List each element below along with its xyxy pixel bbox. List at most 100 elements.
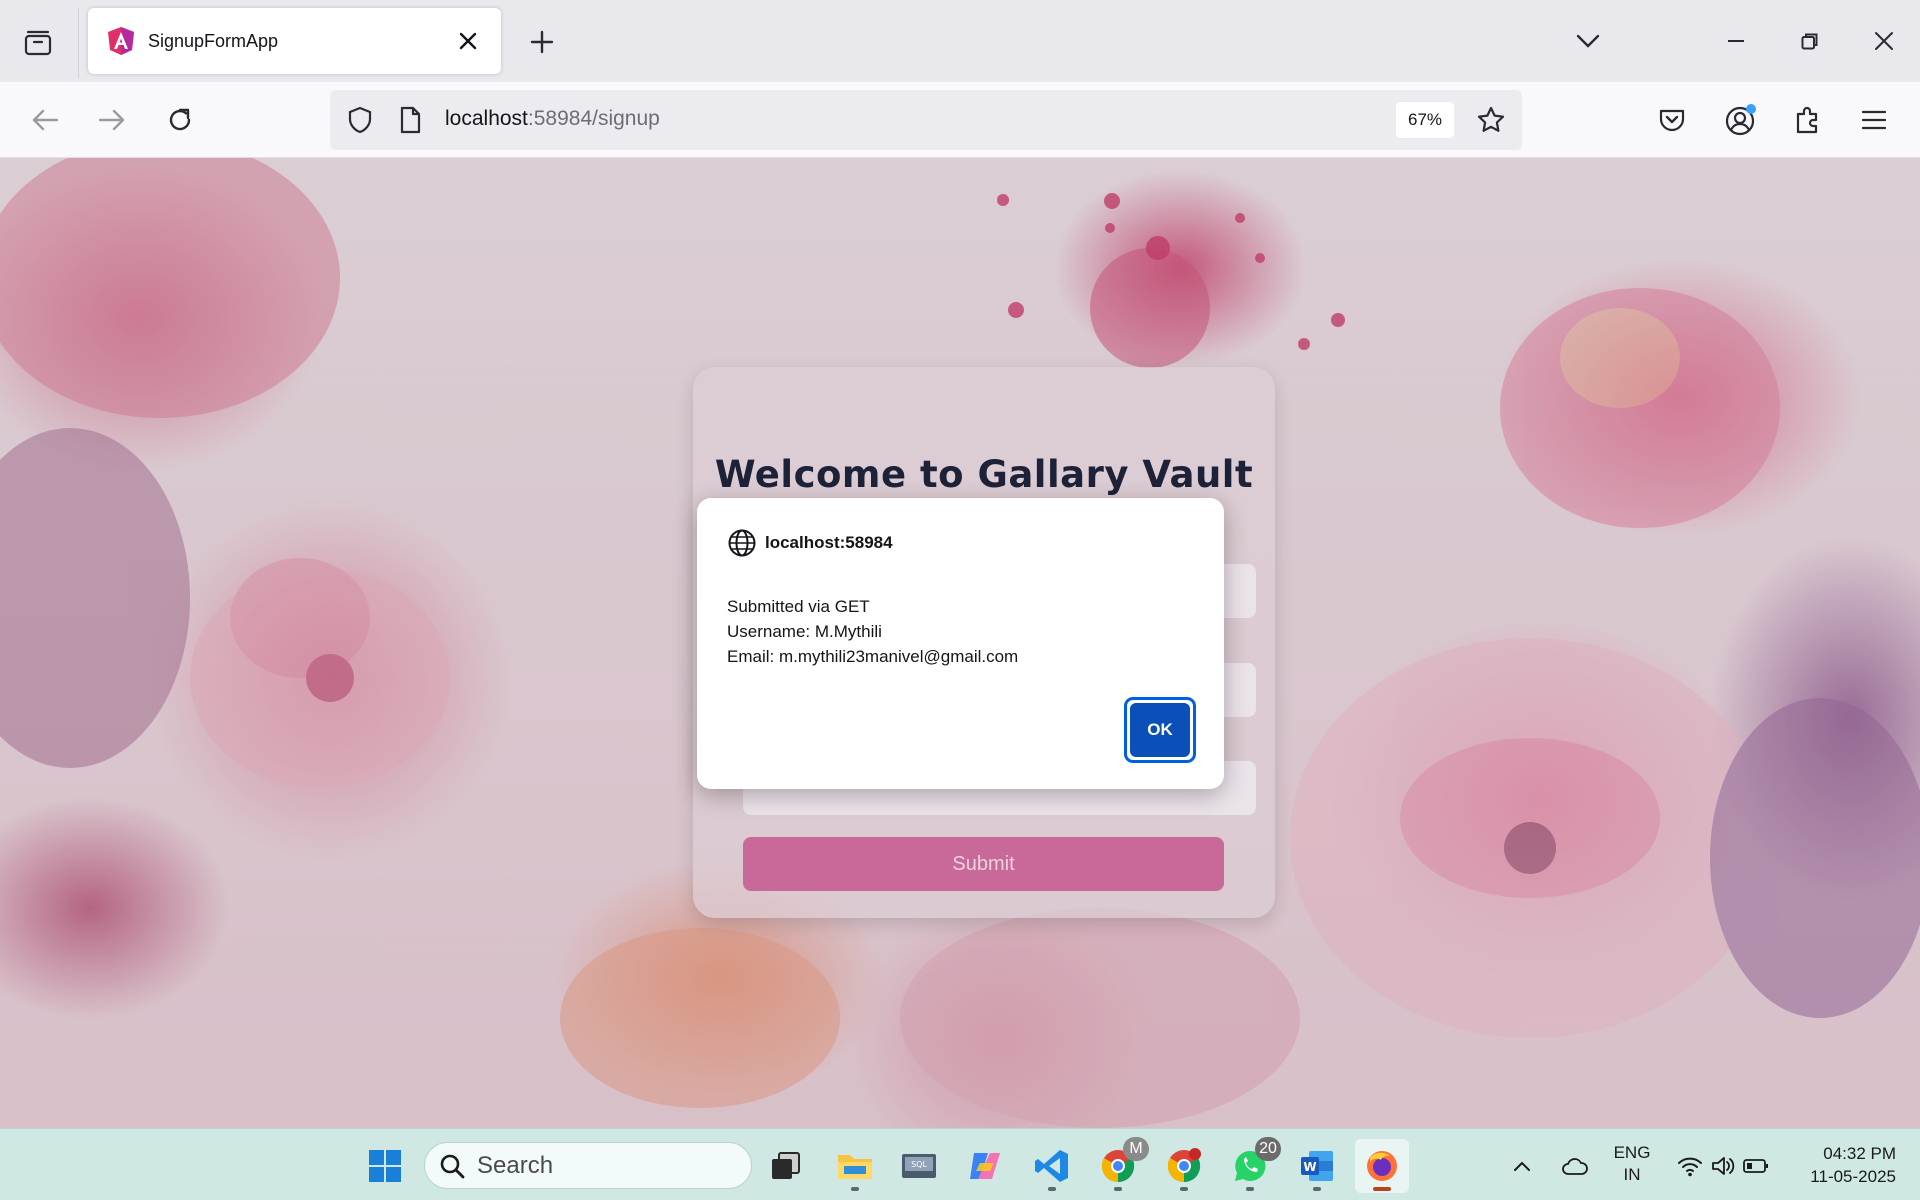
dialog-line-method: Submitted via GET — [727, 597, 870, 616]
svg-text:W: W — [1303, 1160, 1316, 1174]
firefox-icon — [1367, 1151, 1397, 1181]
firefox-view-button[interactable] — [16, 20, 60, 64]
search-icon — [440, 1154, 465, 1178]
taskbar-chrome[interactable] — [1157, 1139, 1211, 1193]
running-indicator — [851, 1187, 859, 1191]
taskbar-chrome-profile[interactable]: M — [1091, 1137, 1149, 1193]
restore-button[interactable] — [1786, 18, 1834, 64]
arrow-right-icon — [98, 109, 125, 131]
restore-icon — [1801, 33, 1818, 50]
start-button[interactable] — [358, 1139, 412, 1193]
hamburger-icon — [1862, 110, 1886, 130]
close-icon — [1875, 32, 1893, 50]
running-indicator — [1313, 1187, 1321, 1191]
extensions-button[interactable] — [1784, 96, 1832, 144]
ok-button-label: OK — [1130, 703, 1190, 757]
app-menu-button[interactable] — [1850, 96, 1898, 144]
angular-icon — [108, 27, 134, 55]
page-icon — [400, 106, 421, 134]
alert-dialog: localhost:58984 Submitted via GET Userna… — [697, 498, 1224, 789]
show-hidden-icons-button[interactable] — [1500, 1139, 1544, 1193]
dialog-header: localhost:58984 — [727, 528, 893, 558]
url-host: localhost — [445, 107, 528, 130]
battery-icon — [1743, 1159, 1768, 1173]
tab-title: SignupFormApp — [148, 30, 279, 51]
language-region: IN — [1623, 1165, 1641, 1184]
windows-logo-icon — [369, 1150, 401, 1182]
clock-time: 04:32 PM — [1823, 1144, 1896, 1163]
sql-server-icon: SQL — [902, 1154, 936, 1178]
reload-button[interactable] — [156, 96, 204, 144]
navigation-toolbar: localhost:58984/signup 67% — [0, 82, 1920, 158]
dialog-origin: localhost:58984 — [765, 533, 893, 552]
taskbar-sql-server[interactable]: SQL — [892, 1139, 946, 1193]
running-indicator — [1246, 1187, 1254, 1191]
minimize-button[interactable] — [1712, 18, 1760, 64]
address-bar[interactable]: localhost:58984/signup 67% — [330, 90, 1522, 150]
svg-text:SQL: SQL — [911, 1160, 927, 1169]
window-close-button[interactable] — [1860, 18, 1908, 64]
vscode-icon — [1035, 1150, 1068, 1182]
volume-icon — [1712, 1157, 1735, 1175]
zoom-reset-button[interactable]: 67% — [1396, 102, 1454, 138]
running-indicator — [1180, 1187, 1188, 1191]
url-text[interactable]: localhost:58984/signup — [445, 107, 660, 131]
plus-icon — [530, 30, 554, 54]
account-icon — [1725, 104, 1756, 136]
tab-strip: SignupFormApp — [0, 0, 1920, 82]
tab-separator — [78, 8, 79, 78]
clock-button[interactable]: 04:32 PM 11-05-2025 — [1790, 1142, 1896, 1188]
url-path: :58984/signup — [527, 107, 660, 130]
arrow-left-icon — [32, 109, 59, 131]
list-all-tabs-button[interactable] — [1564, 18, 1612, 64]
active-indicator — [1373, 1187, 1391, 1191]
dialog-line-username: Username: M.Mythili — [727, 622, 882, 641]
reload-icon — [169, 108, 191, 131]
star-icon — [1477, 106, 1505, 132]
pocket-button[interactable] — [1648, 96, 1696, 144]
chevron-down-icon — [1576, 34, 1600, 48]
taskbar-word[interactable]: W — [1290, 1139, 1344, 1193]
onedrive-button[interactable] — [1552, 1139, 1598, 1193]
chevron-up-icon — [1514, 1161, 1530, 1171]
close-icon — [459, 32, 477, 50]
task-view-icon — [772, 1152, 800, 1179]
dialog-line-email: Email: m.mythili23manivel@gmail.com — [727, 647, 1019, 666]
tracking-protection-button[interactable] — [342, 102, 378, 138]
taskbar-vscode[interactable] — [1025, 1139, 1079, 1193]
copilot-icon — [970, 1153, 1000, 1179]
language-code: ENG — [1613, 1143, 1651, 1162]
minimize-icon — [1728, 40, 1744, 42]
taskbar-file-explorer[interactable] — [828, 1139, 882, 1193]
forward-button[interactable] — [88, 96, 136, 144]
page-title: Welcome to Gallary Vault — [714, 453, 1254, 496]
globe-icon — [728, 529, 756, 557]
chrome-icon — [1167, 1148, 1201, 1183]
tab-list-icon — [24, 30, 52, 56]
taskbar-copilot[interactable] — [958, 1139, 1012, 1193]
back-button[interactable] — [21, 96, 69, 144]
word-icon: W — [1301, 1151, 1333, 1181]
puzzle-icon — [1796, 106, 1818, 134]
account-button[interactable] — [1716, 96, 1764, 144]
pocket-icon — [1659, 109, 1685, 132]
site-info-button[interactable] — [392, 102, 428, 138]
input-language-button[interactable]: ENG IN — [1604, 1142, 1660, 1186]
bookmark-button[interactable] — [1473, 102, 1509, 138]
taskbar-whatsapp[interactable]: 20 — [1223, 1137, 1281, 1193]
clock-date: 11-05-2025 — [1810, 1167, 1896, 1186]
running-indicator — [1114, 1187, 1122, 1191]
dialog-message: Submitted via GET Username: M.Mythili Em… — [727, 594, 1018, 669]
profile-badge: M — [1123, 1137, 1149, 1161]
taskbar-search[interactable]: Search — [424, 1142, 752, 1189]
tab-signupformapp[interactable]: SignupFormApp — [88, 8, 501, 74]
new-tab-button[interactable] — [520, 20, 564, 64]
tab-close-button[interactable] — [453, 26, 483, 56]
taskbar-firefox[interactable] — [1355, 1139, 1409, 1193]
submit-button[interactable]: Submit — [743, 837, 1224, 891]
ok-button[interactable]: OK — [1124, 697, 1196, 763]
quick-settings-button[interactable] — [1668, 1139, 1778, 1193]
task-view-button[interactable] — [759, 1139, 813, 1193]
search-label: Search — [477, 1151, 554, 1179]
cloud-icon — [1562, 1158, 1588, 1175]
